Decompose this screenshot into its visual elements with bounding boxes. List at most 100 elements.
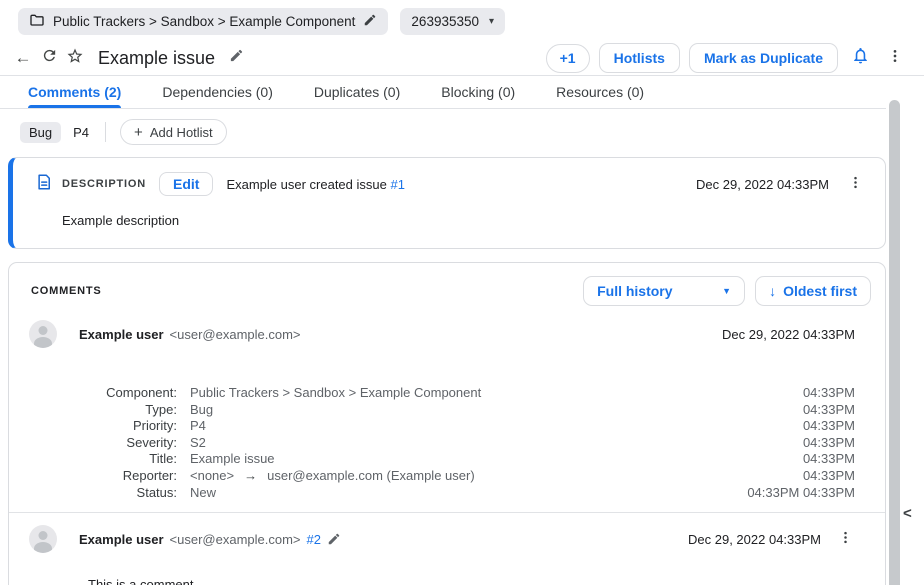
comment-2-overflow-menu-button[interactable] (835, 529, 855, 549)
field-label: Component: (38, 385, 190, 402)
field-time: 04:33PM (791, 451, 855, 468)
back-button[interactable]: ← (10, 45, 36, 71)
field-value: S2 (190, 435, 206, 452)
issue-chips-row: Bug P4 + Add Hotlist (20, 119, 924, 145)
comment-2-body: This is a comment. (88, 577, 885, 585)
author-email: <user@example.com> (170, 327, 301, 342)
dropdown-arrow-icon: ▼ (722, 286, 731, 296)
hotlists-button[interactable]: Hotlists (599, 43, 680, 73)
field-label: Reporter: (38, 468, 190, 485)
back-arrow-icon: ← (15, 48, 32, 68)
field-value-text: Bug (190, 402, 213, 419)
field-value-text: New (190, 485, 216, 502)
tab-comments[interactable]: Comments (2) (28, 76, 121, 108)
breadcrumb: Public Trackers > Sandbox > Example Comp… (53, 14, 355, 29)
issue-ref-link[interactable]: #1 (390, 177, 404, 192)
comment-1-author-line: Example user <user@example.com> (79, 327, 301, 342)
author-name: Example user (79, 327, 164, 342)
toolbar-actions: +1 Hotlists Mark as Duplicate (546, 43, 908, 73)
document-icon (35, 173, 53, 196)
arrow-down-icon: ↓ (769, 283, 776, 299)
page-title: Example issue (98, 48, 215, 69)
type-chip[interactable]: Bug (20, 122, 61, 143)
vertical-scrollbar[interactable] (889, 100, 900, 585)
comment-2-author-line: Example user <user@example.com> #2 (79, 532, 341, 547)
field-time: 04:33PM 04:33PM (735, 485, 855, 502)
edit-title-button[interactable] (223, 45, 249, 71)
edit-comment-icon[interactable] (327, 532, 341, 546)
notifications-button[interactable] (847, 45, 873, 71)
tab-blocking[interactable]: Blocking (0) (441, 76, 515, 108)
field-value-text: S2 (190, 435, 206, 452)
field-row-component: Component: Public Trackers > Sandbox > E… (38, 385, 855, 402)
top-bar: Public Trackers > Sandbox > Example Comp… (0, 0, 924, 41)
field-row-status: Status: New 04:33PM 04:33PM (38, 485, 855, 502)
priority-chip[interactable]: P4 (71, 122, 91, 143)
collapse-panel-button[interactable]: < (903, 505, 912, 522)
history-filter-select[interactable]: Full history ▼ (583, 276, 745, 306)
created-issue-text: Example user created issue (226, 177, 386, 192)
field-label: Priority: (38, 418, 190, 435)
comment-1-header: Example user <user@example.com> Dec 29, … (9, 310, 885, 348)
edit-description-button[interactable]: Edit (159, 172, 213, 196)
tab-resources[interactable]: Resources (0) (556, 76, 644, 108)
tab-dependencies[interactable]: Dependencies (0) (162, 76, 273, 108)
field-value-text: Example issue (190, 451, 275, 468)
comment-2-timestamp: Dec 29, 2022 04:33PM (688, 532, 821, 547)
comments-header: COMMENTS Full history ▼ ↓ Oldest first (9, 263, 885, 310)
field-time: 04:33PM (791, 468, 855, 485)
field-changes-table: Component: Public Trackers > Sandbox > E… (38, 385, 855, 501)
sort-order-button[interactable]: ↓ Oldest first (755, 276, 871, 306)
field-value-old: <none> (190, 468, 234, 485)
avatar (29, 320, 57, 348)
description-body: Example description (62, 213, 865, 228)
field-label: Title: (38, 451, 190, 468)
more-options-icon (887, 48, 903, 69)
component-breadcrumb-chip[interactable]: Public Trackers > Sandbox > Example Comp… (18, 8, 388, 35)
add-hotlist-button[interactable]: + Add Hotlist (120, 119, 227, 145)
folder-icon (29, 12, 45, 31)
chevron-left-icon: < (903, 505, 912, 522)
plus-icon: + (134, 124, 143, 141)
description-overflow-menu-button[interactable] (845, 174, 865, 194)
star-button[interactable] (62, 45, 88, 71)
field-row-severity: Severity: S2 04:33PM (38, 435, 855, 452)
chevron-down-icon: ▾ (489, 16, 494, 27)
comment-ref-link[interactable]: #2 (307, 532, 321, 547)
description-header: DESCRIPTION Edit Example user created is… (35, 172, 865, 196)
author-email: <user@example.com> (170, 532, 301, 547)
field-row-type: Type: Bug 04:33PM (38, 402, 855, 419)
field-value: Bug (190, 402, 213, 419)
field-label: Status: (38, 485, 190, 502)
toolbar-overflow-menu-button[interactable] (882, 45, 908, 71)
field-time: 04:33PM (791, 385, 855, 402)
more-options-icon (848, 175, 863, 193)
issue-id-chip[interactable]: 263935350 ▾ (400, 8, 505, 35)
mark-as-duplicate-button[interactable]: Mark as Duplicate (689, 43, 838, 73)
pencil-icon (229, 48, 244, 68)
sort-order-label: Oldest first (783, 283, 857, 299)
edit-component-icon[interactable] (363, 13, 377, 30)
field-value: New (190, 485, 216, 502)
field-value-text: Public Trackers > Sandbox > Example Comp… (190, 385, 481, 402)
author-name: Example user (79, 532, 164, 547)
field-time: 04:33PM (791, 435, 855, 452)
comments-card: COMMENTS Full history ▼ ↓ Oldest first E… (8, 262, 886, 585)
issue-id: 263935350 (411, 14, 479, 29)
plus-one-button[interactable]: +1 (546, 44, 590, 73)
description-header-right: Dec 29, 2022 04:33PM (696, 174, 865, 194)
issue-toolbar: ← Example issue +1 Hotlists Mark as Dupl… (0, 41, 924, 76)
issue-tabs: Comments (2) Dependencies (0) Duplicates… (0, 76, 886, 109)
field-time: 04:33PM (791, 418, 855, 435)
field-row-reporter: Reporter: <none> → user@example.com (Exa… (38, 468, 855, 485)
change-arrow-icon: → (244, 468, 257, 485)
refresh-button[interactable] (36, 45, 62, 71)
field-value-new: user@example.com (Example user) (267, 468, 475, 485)
comment-item-2: Example user <user@example.com> #2 Dec 2… (9, 512, 885, 585)
field-row-priority: Priority: P4 04:33PM (38, 418, 855, 435)
field-label: Severity: (38, 435, 190, 452)
star-icon (66, 47, 84, 70)
comment-2-header: Example user <user@example.com> #2 Dec 2… (9, 515, 885, 553)
tab-duplicates[interactable]: Duplicates (0) (314, 76, 400, 108)
description-timestamp: Dec 29, 2022 04:33PM (696, 177, 829, 192)
